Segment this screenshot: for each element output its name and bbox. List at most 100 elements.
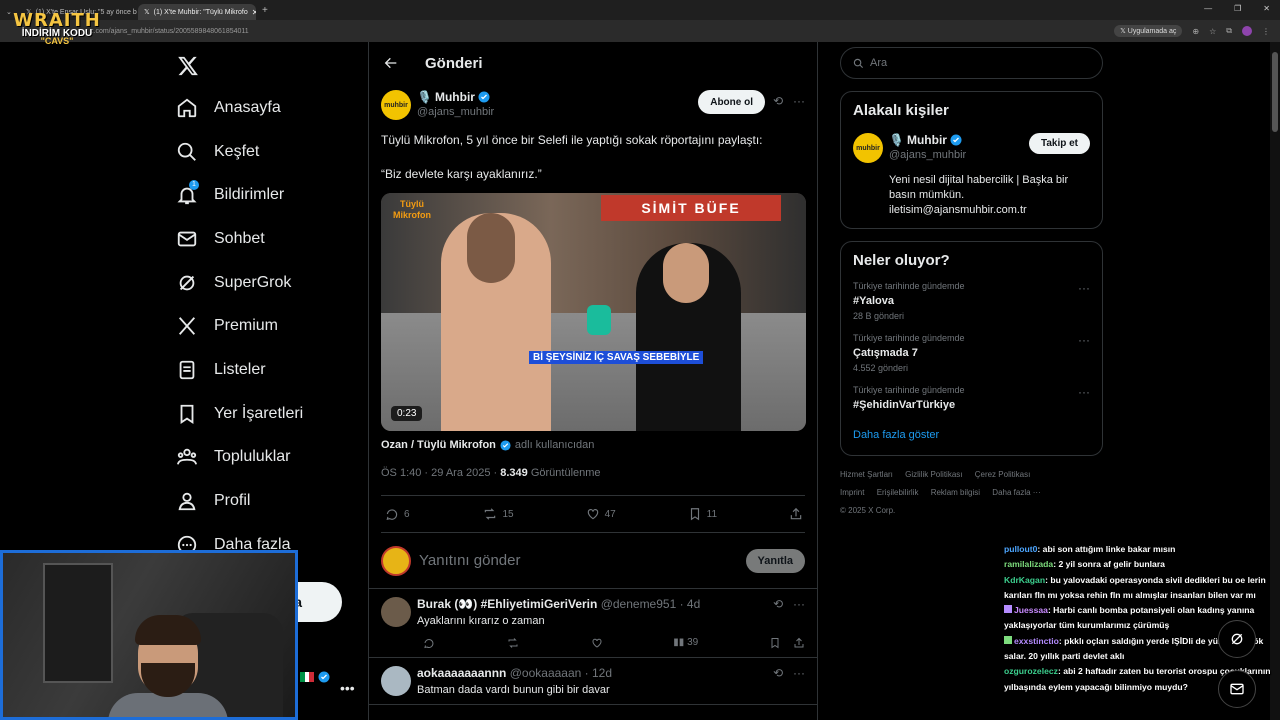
repost-icon[interactable]	[506, 637, 520, 649]
tweet-text: Tüylü Mikrofon, 5 yıl önce bir Selefi il…	[381, 133, 763, 147]
extensions-icon[interactable]: ⧉	[1226, 26, 1232, 36]
webcam-background	[43, 563, 113, 683]
footer-link[interactable]: Hizmet Şartları	[840, 470, 893, 479]
tweet-timestamp[interactable]: ÖS 1:40 · 29 Ara 2025 ·	[381, 467, 497, 479]
browser-tabbar: ⌄ 𝕏 (1) X'te Ensar Uslu: "5 ay önce b ✕ …	[0, 0, 1280, 20]
avatar[interactable]	[381, 666, 411, 696]
sidebar-item-supergrok[interactable]: SuperGrok	[168, 261, 368, 305]
x-logo-icon[interactable]	[168, 46, 208, 86]
scrollbar-thumb[interactable]	[1272, 52, 1278, 132]
repost-action[interactable]: 15	[482, 507, 514, 521]
site-footer: Hizmet Şartları Gizlilik Politikası Çere…	[840, 466, 1103, 520]
trend-item[interactable]: Türkiye tarihinde gündemde Çatışmada 7 4…	[853, 333, 1090, 373]
footer-link[interactable]: Gizlilik Politikası	[905, 470, 962, 479]
trend-context: Türkiye tarihinde gündemde	[853, 281, 965, 291]
bookmark-action[interactable]: 11	[688, 507, 717, 521]
sidebar-item-chat[interactable]: Sohbet	[168, 217, 368, 261]
video-attribution[interactable]: Ozan / Tüylü Mikrofon adlı kullanıcıdan	[381, 439, 805, 451]
footer-link[interactable]: Imprint	[840, 488, 864, 497]
related-person-bio: Yeni nesil dijital habercilik | Başka bi…	[889, 174, 1069, 216]
sidebar-item-communities[interactable]: Topluluklar	[168, 436, 368, 480]
avatar[interactable]	[381, 545, 411, 576]
minimize-icon[interactable]: —	[1204, 4, 1212, 13]
heart-icon[interactable]	[591, 637, 603, 649]
share-action[interactable]	[789, 507, 803, 521]
mail-icon	[1230, 683, 1244, 695]
star-icon[interactable]: ☆	[1209, 27, 1216, 36]
tweet-video[interactable]: SİMİT BÜFE Tüylü Mikrofon Bİ ŞEYSİNİZ İÇ…	[381, 193, 806, 431]
trend-count: 4.552 gönderi	[853, 363, 909, 373]
profile-icon[interactable]	[1242, 26, 1252, 36]
sidebar-item-notifications[interactable]: 1 Bildirimler	[168, 173, 368, 217]
chat-text: : 2 yil sonra af gelir bunlara	[1053, 559, 1165, 570]
sidebar-item-profile[interactable]: Profil	[168, 479, 368, 523]
sidebar-item-lists[interactable]: Listeler	[168, 348, 368, 392]
search-input[interactable]: Ara	[840, 47, 1103, 79]
more-icon[interactable]: ···	[793, 666, 805, 680]
menu-icon[interactable]: ⋮	[1262, 27, 1270, 36]
author-name-row[interactable]: 🎙️ Muhbir	[417, 90, 494, 104]
sidebar-item-home[interactable]: Anasayfa	[168, 86, 368, 130]
sidebar-item-bookmarks[interactable]: Yer İşaretleri	[168, 392, 368, 436]
browser-tab-active[interactable]: 𝕏 (1) X'te Muhbir: "Tüylü Mikrofo ✕	[138, 4, 256, 20]
chat-username: ozgurozelecz	[1004, 666, 1058, 677]
search-icon	[177, 142, 196, 161]
footer-link[interactable]: Reklam bilgisi	[931, 488, 980, 497]
more-icon[interactable]: ···	[1078, 385, 1090, 399]
reply-icon[interactable]	[423, 637, 435, 649]
related-person[interactable]: muhbir 🎙️ Muhbir @ajans_muhbir Takip et	[853, 133, 1090, 163]
subscribe-button[interactable]: Abone ol	[698, 90, 765, 114]
attribution-suffix: adlı kullanıcıdan	[514, 439, 595, 451]
account-more-icon[interactable]: •••	[340, 680, 355, 696]
grok-float-button[interactable]	[1218, 620, 1256, 658]
sidebar-item-premium[interactable]: Premium	[168, 304, 368, 348]
more-icon[interactable]: ···	[1078, 281, 1090, 295]
like-action[interactable]: 47	[586, 507, 616, 521]
footer-link[interactable]: Erişilebilirlik	[877, 488, 919, 497]
footer-link[interactable]: Çerez Politikası	[975, 470, 1031, 479]
views-action[interactable]: ▮▮ 39	[673, 637, 698, 649]
avatar[interactable]	[381, 597, 411, 627]
avatar[interactable]: muhbir	[853, 133, 883, 163]
follow-button[interactable]: Takip et	[1028, 133, 1090, 154]
trend-item[interactable]: Türkiye tarihinde gündemde #Yalova 28 B …	[853, 281, 1090, 321]
home-icon	[177, 98, 197, 118]
reply-item[interactable]: Burak (👀) #EhliyetimiGeriVerin @deneme95…	[369, 589, 817, 658]
open-in-app-button[interactable]: 𝕏 Uygulamada aç	[1114, 25, 1183, 37]
grok-icon[interactable]: ⟲	[773, 666, 783, 680]
show-more-link[interactable]: Daha fazla göster	[853, 429, 1090, 441]
messages-float-button[interactable]	[1218, 670, 1256, 708]
reply-author[interactable]: Burak (👀) #EhliyetimiGeriVerin @deneme95…	[417, 597, 700, 611]
zoom-icon[interactable]: ⊕	[1192, 27, 1199, 36]
new-tab-icon[interactable]: +	[262, 5, 268, 16]
maximize-icon[interactable]: ❐	[1234, 4, 1241, 13]
share-icon[interactable]	[793, 637, 805, 649]
microphone-icon: 🎙️	[417, 90, 432, 104]
close-icon[interactable]: ✕	[252, 8, 256, 17]
reply-submit-button[interactable]: Yanıtla	[745, 548, 805, 573]
heart-icon	[587, 509, 598, 520]
more-icon[interactable]: ···	[793, 597, 805, 611]
grok-icon[interactable]: ⟲	[773, 597, 783, 611]
author-handle[interactable]: @ajans_muhbir	[417, 106, 494, 118]
reply-author[interactable]: aokaaaaaaannn @ookaaaaan · 12d	[417, 666, 612, 680]
more-icon[interactable]: ···	[793, 94, 805, 108]
more-icon[interactable]: ···	[1078, 333, 1090, 347]
bookmark-icon	[690, 508, 699, 521]
sidebar-item-explore[interactable]: Keşfet	[168, 130, 368, 174]
bookmark-icon[interactable]	[769, 637, 781, 649]
verified-badge-icon	[500, 439, 511, 451]
reply-item[interactable]: aokaaaaaaannn @ookaaaaan · 12d Batman da…	[369, 658, 817, 705]
reply-input[interactable]: Yanıtını gönder	[419, 552, 738, 569]
close-window-icon[interactable]: ✕	[1263, 4, 1270, 13]
footer-link[interactable]: Daha fazla ···	[992, 488, 1040, 497]
reply-author-handle: @deneme951 · 4d	[600, 597, 701, 611]
grok-icon[interactable]: ⟲	[773, 94, 783, 108]
back-arrow-icon[interactable]	[383, 55, 399, 71]
reply-action[interactable]: 6	[385, 507, 410, 521]
url-field[interactable]: x.com/ajans_muhbir/status/20055898480618…	[90, 28, 249, 35]
repost-count: 15	[502, 508, 514, 520]
trend-item[interactable]: Türkiye tarihinde gündemde #ŞehidinVarTü…	[853, 385, 1090, 411]
avatar[interactable]: muhbir	[381, 90, 411, 120]
verified-badge-icon	[478, 91, 490, 103]
